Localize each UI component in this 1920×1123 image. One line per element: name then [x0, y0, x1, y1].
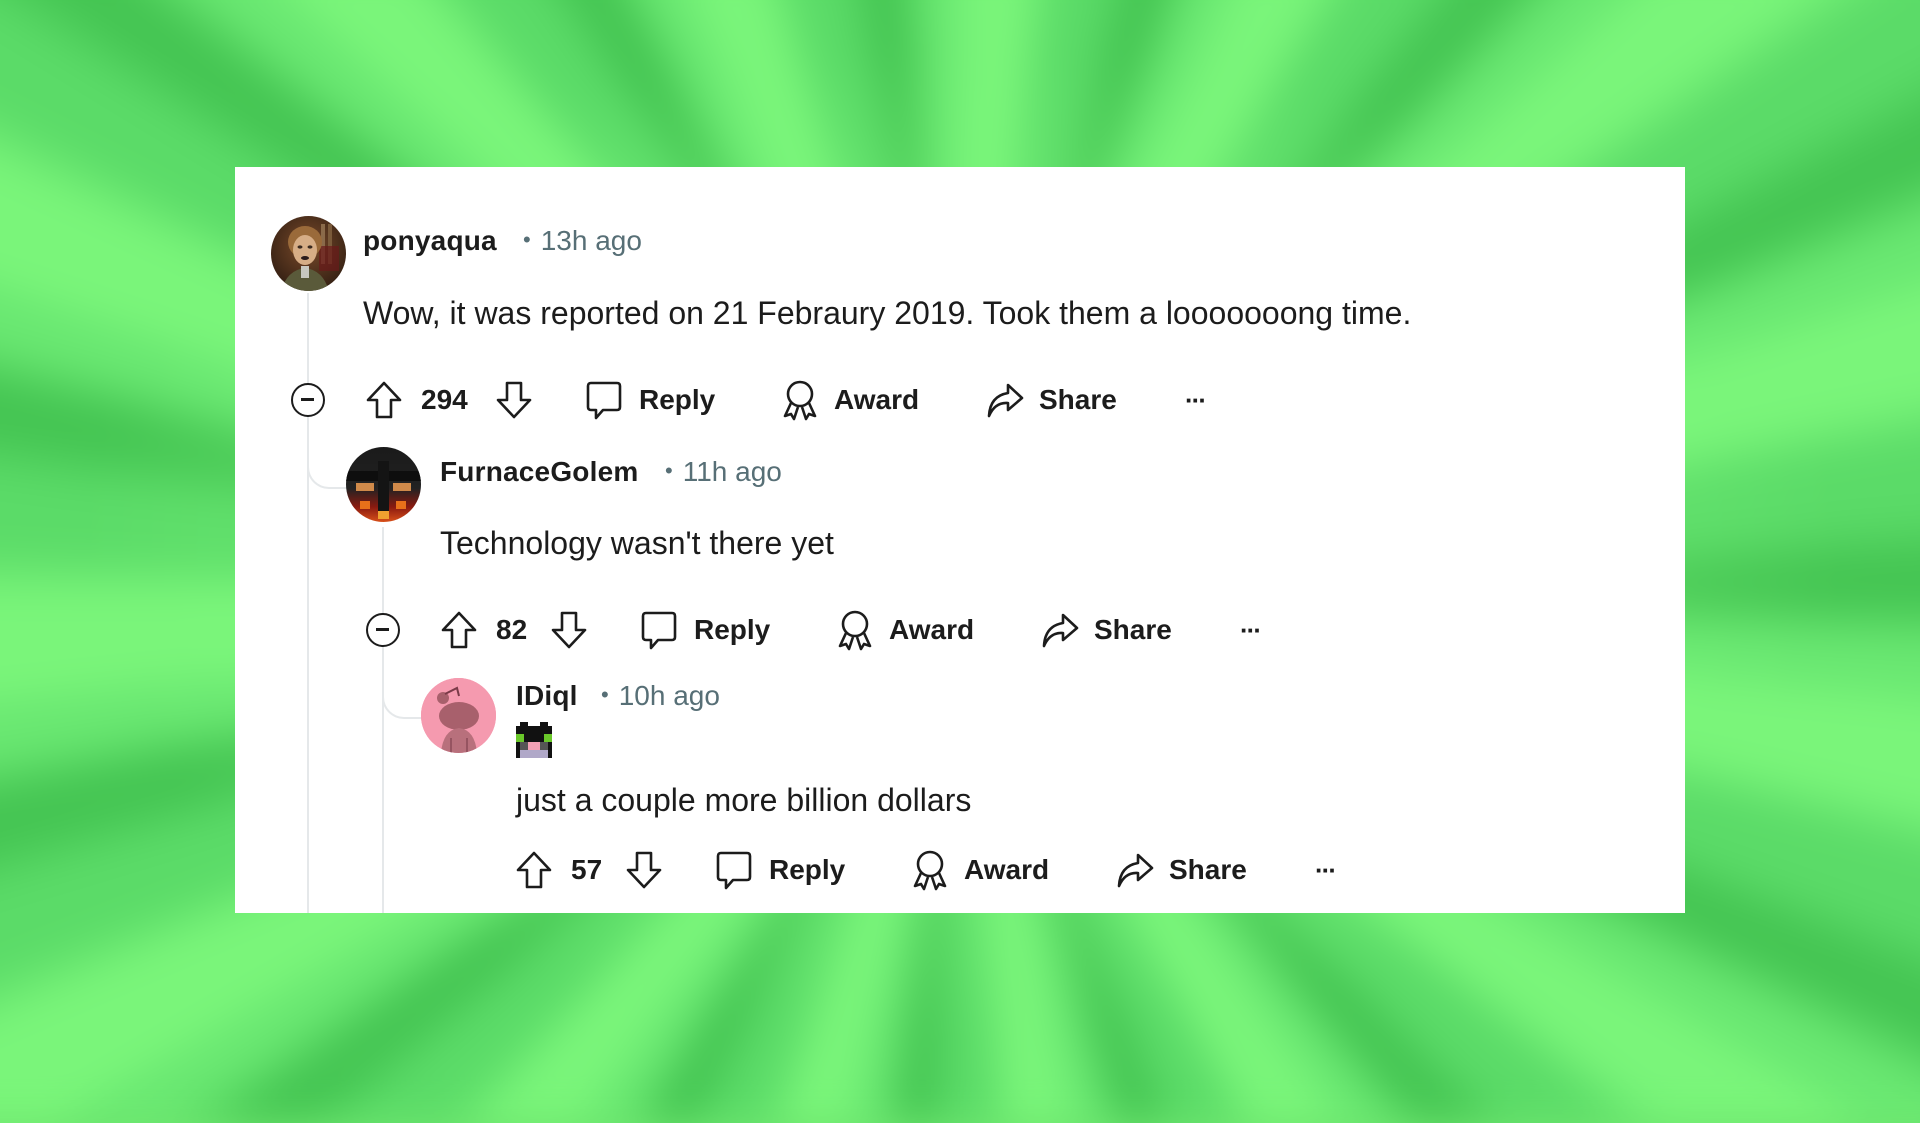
collapse-thread-button[interactable]	[366, 613, 400, 647]
share-arrow-icon	[1117, 853, 1154, 888]
meta-separator: •	[665, 458, 673, 483]
more-options-button[interactable]: ···	[1315, 848, 1337, 892]
share-arrow-icon	[987, 383, 1024, 418]
comment-timestamp: • 10h ago	[601, 680, 720, 712]
comment-thread-card: ponyaqua • 13h ago Wow, it was reported o…	[235, 167, 1685, 913]
reply-button[interactable]: Reply	[715, 848, 845, 892]
username[interactable]: IDiql	[516, 680, 578, 712]
more-options-button[interactable]: ···	[1185, 378, 1207, 422]
award-ribbon-icon	[838, 610, 872, 651]
comment-bubble-icon	[716, 851, 752, 890]
username[interactable]: FurnaceGolem	[440, 456, 638, 488]
award-label: Award	[834, 384, 920, 415]
vote-score: 82	[496, 614, 528, 645]
vote-score: 57	[571, 854, 603, 885]
award-label: Award	[964, 854, 1050, 885]
downvote-button[interactable]	[550, 608, 588, 652]
timestamp-text[interactable]: 10h ago	[619, 680, 720, 711]
share-button[interactable]: Share	[985, 378, 1117, 422]
reply-label: Reply	[694, 614, 771, 645]
more-dots-icon: ···	[1240, 614, 1262, 645]
upvote-button[interactable]	[515, 848, 553, 892]
more-options-button[interactable]: ···	[1240, 608, 1262, 652]
comment-timestamp: • 11h ago	[665, 456, 782, 488]
thread-line-level-2[interactable]	[382, 527, 384, 913]
downvote-icon	[551, 611, 587, 649]
downvote-button[interactable]	[625, 848, 663, 892]
share-label: Share	[1039, 384, 1117, 415]
reply-button[interactable]: Reply	[585, 378, 715, 422]
share-label: Share	[1169, 854, 1247, 885]
comment-body: Technology wasn't there yet	[440, 525, 834, 561]
timestamp-text[interactable]: 11h ago	[683, 456, 782, 487]
vote-score: 294	[421, 384, 468, 415]
thread-connector-1	[307, 417, 349, 489]
comment-body: just a couple more billion dollars	[516, 782, 972, 818]
comment-bubble-icon	[641, 611, 677, 650]
reply-label: Reply	[769, 854, 846, 885]
more-dots-icon: ···	[1185, 384, 1207, 415]
comment-timestamp: • 13h ago	[523, 225, 642, 257]
award-ribbon-icon	[783, 380, 817, 421]
award-button[interactable]: Award	[780, 378, 919, 422]
upvote-button[interactable]	[365, 378, 403, 422]
more-dots-icon: ···	[1315, 854, 1337, 885]
downvote-icon	[626, 851, 662, 889]
award-label: Award	[889, 614, 975, 645]
meta-separator: •	[601, 682, 609, 707]
share-button[interactable]: Share	[1115, 848, 1247, 892]
timestamp-text[interactable]: 13h ago	[541, 225, 642, 256]
reply-label: Reply	[639, 384, 716, 415]
award-button[interactable]: Award	[910, 848, 1049, 892]
downvote-button[interactable]	[495, 378, 533, 422]
award-button[interactable]: Award	[835, 608, 974, 652]
furnace-golem-avatar-icon	[346, 447, 421, 522]
portrait-avatar-icon	[271, 216, 346, 291]
reply-button[interactable]: Reply	[640, 608, 770, 652]
award-ribbon-icon	[913, 850, 947, 891]
upvote-icon	[441, 611, 477, 649]
comment-bubble-icon	[586, 381, 622, 420]
downvote-icon	[496, 381, 532, 419]
thread-connector-2	[382, 647, 424, 719]
upvote-button[interactable]	[440, 608, 478, 652]
collapse-thread-button[interactable]	[291, 383, 325, 417]
avatar-furnacegolem[interactable]	[346, 447, 421, 522]
share-button[interactable]: Share	[1040, 608, 1172, 652]
avatar-ponyaqua[interactable]	[271, 216, 346, 291]
comment-action-bar: 57 Reply Award Share ···	[385, 848, 1485, 892]
comment-action-bar: 82 Reply Award Share ···	[310, 608, 1410, 652]
upvote-icon	[366, 381, 402, 419]
upvote-icon	[516, 851, 552, 889]
comment-body: Wow, it was reported on 21 Febraury 2019…	[363, 295, 1412, 331]
share-arrow-icon	[1042, 613, 1079, 648]
avatar-idiql[interactable]	[421, 678, 496, 753]
comment-action-bar: 294 Reply Award Share ···	[235, 378, 1335, 422]
pixel-cat-flair-icon	[516, 722, 552, 758]
default-snoo-avatar-icon	[421, 678, 496, 753]
meta-separator: •	[523, 227, 531, 252]
share-label: Share	[1094, 614, 1172, 645]
username[interactable]: ponyaqua	[363, 225, 497, 257]
